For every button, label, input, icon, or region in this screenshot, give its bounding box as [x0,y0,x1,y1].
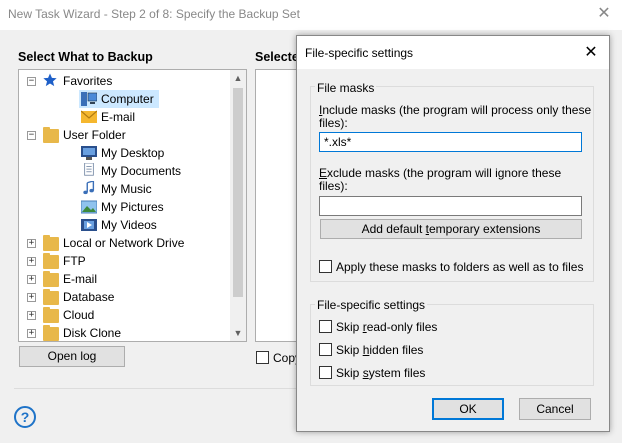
tree-item-label: My Desktop [101,146,165,160]
tree-item-label: My Music [101,182,152,196]
skip-read-only-label: Skip read-only files [336,320,438,334]
tree-item-label: Favorites [63,74,113,88]
copy-checkbox[interactable] [256,351,269,364]
exclude-masks-input[interactable] [319,196,582,216]
include-masks-input[interactable]: *.xls* [319,132,582,152]
folder-icon [43,325,59,341]
tree-item-label: Local or Network Drive [63,236,185,250]
tree-item-my-music[interactable]: My Music [79,180,229,198]
tree-item-label: My Pictures [101,200,164,214]
star-icon [43,73,57,87]
music-icon [83,181,95,195]
computer-icon [81,92,97,106]
file-masks-group-label: File masks [315,81,377,95]
tree-item-user-folder[interactable]: − User Folder [19,126,231,144]
tree-item-label: My Videos [101,218,157,232]
tree-scrollbar[interactable]: ▲ ▼ [230,70,246,341]
folder-icon [43,127,59,143]
tree-item-label: Cloud [63,308,95,322]
tree-item-database[interactable]: + Database [19,288,231,306]
skip-hidden-label: Skip hidden files [336,343,424,357]
desktop-icon [81,146,97,160]
tree-item-label: User Folder [63,128,126,142]
include-masks-label-line2: files): [319,116,348,130]
footer-divider [14,388,296,389]
backup-source-tree[interactable]: − Favorites Computer E-mail − User Folde… [18,69,247,342]
add-default-temp-extensions-button[interactable]: Add default temporary extensions [320,219,582,239]
tree-item-label: E-mail [63,272,98,286]
skip-system-label: Skip system files [336,366,426,380]
selected-items-list[interactable] [255,69,300,342]
window-title: New Task Wizard - Step 2 of 8: Specify t… [8,7,300,21]
tree-item-label: E-mail [101,110,136,124]
expand-icon[interactable]: + [27,257,36,266]
skip-read-only-checkbox[interactable] [319,320,332,333]
skip-hidden-checkbox[interactable] [319,343,332,356]
file-specific-settings-dialog: File-specific settings ✕ File masks Incl… [296,35,610,432]
dialog-title: File-specific settings [305,46,414,60]
tree-item-label: Computer [101,92,154,106]
collapse-icon[interactable]: − [27,131,36,140]
tree-item-favorites[interactable]: − Favorites [19,72,231,90]
selected-items-heading: Selecte [255,50,299,64]
tree-item-label: My Documents [101,164,182,178]
exclude-masks-label-line2: files): [319,179,348,193]
tree-item-my-videos[interactable]: My Videos [79,216,229,234]
expand-icon[interactable]: + [27,239,36,248]
folder-icon [43,307,59,323]
scroll-down-icon[interactable]: ▼ [230,325,246,341]
folder-icon [43,235,59,251]
include-masks-label: Include masks (the program will process … [319,103,592,117]
tree-item-cloud[interactable]: + Cloud [19,306,231,324]
skip-system-checkbox[interactable] [319,366,332,379]
window-title-bar: New Task Wizard - Step 2 of 8: Specify t… [0,0,622,30]
expand-icon[interactable]: + [27,293,36,302]
tree-item-my-documents[interactable]: My Documents [79,162,229,180]
expand-icon[interactable]: + [27,329,36,338]
folder-icon [43,271,59,287]
documents-icon [84,163,94,176]
expand-icon[interactable]: + [27,311,36,320]
select-what-to-backup-heading: Select What to Backup [18,50,153,64]
envelope-icon [81,110,97,123]
folder-icon [43,289,59,305]
dialog-close-icon[interactable]: ✕ [581,43,601,63]
expand-icon[interactable]: + [27,275,36,284]
tree-item-email-folder[interactable]: + E-mail [19,270,231,288]
tree-item-my-desktop[interactable]: My Desktop [79,144,229,162]
apply-to-folders-label: Apply these masks to folders as well as … [336,260,584,274]
tree-item-local-network-drive[interactable]: + Local or Network Drive [19,234,231,252]
tree-item-computer[interactable]: Computer [79,90,159,108]
tree-item-email[interactable]: E-mail [79,108,229,126]
scrollbar-thumb[interactable] [233,88,243,297]
exclude-masks-label: Exclude masks (the program will ignore t… [319,166,562,180]
window-close-icon[interactable]: ✕ [594,5,614,23]
help-icon[interactable]: ? [14,406,36,428]
tree-item-label: Database [63,290,115,304]
scroll-up-icon[interactable]: ▲ [230,70,246,86]
pictures-icon [81,200,97,214]
videos-icon [81,219,97,231]
file-specific-settings-group-label: File-specific settings [315,298,428,312]
folder-icon [43,253,59,269]
tree-item-my-pictures[interactable]: My Pictures [79,198,229,216]
tree-item-label: FTP [63,254,86,268]
open-log-button[interactable]: Open log [19,346,125,367]
tree-item-label: Disk Clone [63,326,122,340]
cancel-button[interactable]: Cancel [519,398,591,420]
ok-button[interactable]: OK [432,398,504,420]
tree-item-disk-clone[interactable]: + Disk Clone [19,324,231,341]
apply-to-folders-checkbox[interactable] [319,260,332,273]
collapse-icon[interactable]: − [27,77,36,86]
tree-item-ftp[interactable]: + FTP [19,252,231,270]
dialog-title-bar: File-specific settings ✕ [297,36,609,69]
